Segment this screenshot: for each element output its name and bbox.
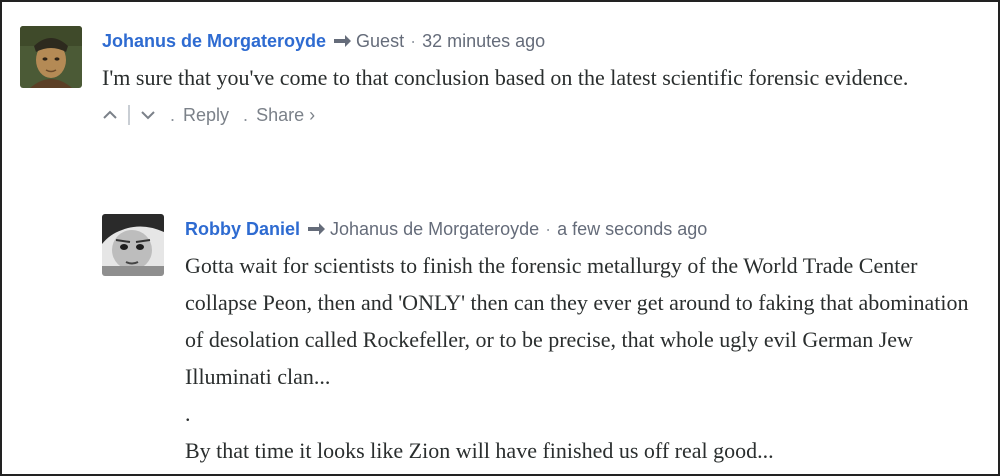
comment-actions: . Reply . Share ›	[102, 102, 972, 128]
comment-body: Johanus de Morgateroyde Guest · 32 minut…	[102, 26, 972, 128]
author-name[interactable]: Johanus de Morgateroyde	[102, 31, 326, 52]
meta-separator: ·	[545, 218, 552, 239]
avatar[interactable]	[102, 214, 164, 276]
avatar-image	[102, 214, 164, 276]
reply-arrow-icon	[332, 33, 352, 49]
comment-text: I'm sure that you've come to that conclu…	[102, 65, 909, 90]
timestamp[interactable]: 32 minutes ago	[422, 31, 545, 52]
downvote-button[interactable]	[140, 109, 156, 121]
action-separator: .	[170, 104, 176, 125]
comment-header: Robby Daniel Johanus de Morgateroyde · a…	[185, 214, 985, 244]
avatar-image	[20, 26, 82, 88]
comment-text: Gotta wait for scientists to finish the …	[185, 253, 969, 463]
reply-target[interactable]: Johanus de Morgateroyde	[330, 219, 539, 240]
reply-target[interactable]: Guest	[356, 31, 404, 52]
upvote-button[interactable]	[102, 109, 118, 121]
comment-body: Robby Daniel Johanus de Morgateroyde · a…	[185, 214, 985, 469]
comment-header: Johanus de Morgateroyde Guest · 32 minut…	[102, 26, 972, 56]
reply-arrow-icon	[306, 221, 326, 237]
timestamp[interactable]: a few seconds ago	[557, 219, 707, 240]
action-separator: .	[243, 104, 249, 125]
author-name[interactable]: Robby Daniel	[185, 219, 300, 240]
vote-divider	[128, 105, 130, 125]
chevron-up-icon	[103, 110, 117, 119]
reply-button[interactable]: Reply	[183, 105, 229, 126]
comment-thread: Johanus de Morgateroyde Guest · 32 minut…	[0, 0, 1000, 476]
chevron-down-icon	[141, 111, 155, 120]
avatar[interactable]	[20, 26, 82, 88]
share-button[interactable]: Share ›	[256, 105, 315, 126]
meta-separator: ·	[410, 30, 417, 51]
